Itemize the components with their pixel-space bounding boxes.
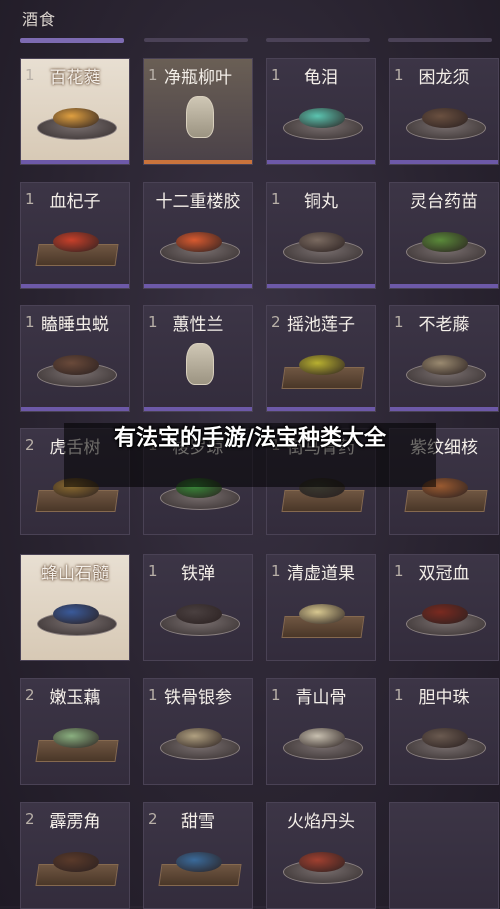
item-name: 摇池莲子	[287, 315, 355, 335]
item-slot[interactable]: 2 嫩玉藕	[20, 678, 130, 785]
item-slot[interactable]: 1 铁骨银参	[143, 678, 253, 785]
item-name: 双冠血	[418, 564, 470, 584]
item-slot[interactable]: 2 摇池莲子	[266, 305, 376, 412]
overlay-caption: 有法宝的手游/法宝种类大全	[64, 423, 436, 487]
rarity-bar	[390, 284, 498, 288]
item-slot[interactable]: 2 霹雳角	[20, 802, 130, 909]
item-slot[interactable]: 灵台药苗	[389, 182, 499, 289]
rarity-bar	[144, 160, 252, 164]
food-icon	[299, 852, 345, 872]
overlay-title: 有法宝的手游/法宝种类大全	[113, 426, 387, 451]
item-name: 百花蕤	[49, 68, 101, 88]
rarity-bar	[21, 407, 129, 411]
rarity-bar	[390, 407, 498, 411]
item-slot[interactable]: 1 血杞子	[20, 182, 130, 289]
food-icon	[53, 728, 99, 748]
item-slot[interactable]: 1 龟泪	[266, 58, 376, 165]
item-slot[interactable]: 1 净瓶柳叶	[143, 58, 253, 165]
food-icon	[422, 728, 468, 748]
item-slot[interactable]: 1 铜丸	[266, 182, 376, 289]
item-slot[interactable]: 1 蕙性兰	[143, 305, 253, 412]
item-name: 不老藤	[418, 315, 470, 335]
food-icon	[422, 108, 468, 128]
food-icon	[53, 232, 99, 252]
item-name: 火焰丹头	[287, 812, 355, 832]
empty-slot[interactable]	[389, 802, 499, 909]
item-slot[interactable]: 1 铁弹	[143, 554, 253, 661]
rarity-bar	[144, 407, 252, 411]
item-name: 蜂山石髓	[41, 564, 109, 584]
food-icon	[53, 355, 99, 375]
item-slot[interactable]: 1 青山骨	[266, 678, 376, 785]
food-icon	[176, 852, 222, 872]
item-name: 铁骨银参	[164, 688, 232, 708]
item-name: 清虚道果	[287, 564, 355, 584]
item-name: 十二重楼胶	[155, 192, 241, 212]
food-icon	[176, 232, 222, 252]
item-slot[interactable]: 2 甜雪	[143, 802, 253, 909]
food-icon	[299, 108, 345, 128]
rarity-bar	[267, 407, 375, 411]
item-name: 蕙性兰	[172, 315, 224, 335]
food-icon	[422, 604, 468, 624]
item-name: 铁弹	[181, 564, 215, 584]
item-slot[interactable]: 1 不老藤	[389, 305, 499, 412]
food-icon	[299, 232, 345, 252]
food-icon	[176, 728, 222, 748]
item-slot[interactable]: 1 清虚道果	[266, 554, 376, 661]
item-name: 龟泪	[304, 68, 338, 88]
rarity-bar	[21, 160, 129, 164]
rarity-bar	[267, 284, 375, 288]
item-slot[interactable]: 十二重楼胶	[143, 182, 253, 289]
item-slot[interactable]: 1 困龙须	[389, 58, 499, 165]
vase-icon	[186, 343, 214, 385]
item-slot[interactable]: 火焰丹头	[266, 802, 376, 909]
item-name: 困龙须	[418, 68, 470, 88]
food-icon	[299, 728, 345, 748]
rarity-bar	[390, 160, 498, 164]
rarity-bar	[21, 284, 129, 288]
item-name: 霹雳角	[49, 812, 101, 832]
rarity-bar	[144, 284, 252, 288]
item-name: 青山骨	[295, 688, 347, 708]
item-slot[interactable]: 1 百花蕤	[20, 58, 130, 165]
item-name: 血杞子	[49, 192, 101, 212]
food-icon	[422, 232, 468, 252]
item-slot[interactable]: 1 双冠血	[389, 554, 499, 661]
vase-icon	[186, 96, 214, 138]
item-name: 甜雪	[181, 812, 215, 832]
rarity-bar	[267, 160, 375, 164]
food-icon	[299, 355, 345, 375]
food-icon	[176, 604, 222, 624]
food-icon	[53, 604, 99, 624]
item-slot[interactable]: 1 瞌睡虫蜕	[20, 305, 130, 412]
item-name: 嫩玉藕	[49, 688, 101, 708]
item-name: 净瓶柳叶	[164, 68, 232, 88]
item-name: 胆中珠	[418, 688, 470, 708]
item-name: 瞌睡虫蜕	[41, 315, 109, 335]
food-icon	[53, 852, 99, 872]
food-icon	[422, 355, 468, 375]
item-slot[interactable]: 蜂山石髓	[20, 554, 130, 661]
food-icon	[53, 108, 99, 128]
item-name: 铜丸	[304, 192, 338, 212]
food-icon	[299, 604, 345, 624]
item-name: 灵台药苗	[410, 192, 478, 212]
item-slot[interactable]: 1 胆中珠	[389, 678, 499, 785]
